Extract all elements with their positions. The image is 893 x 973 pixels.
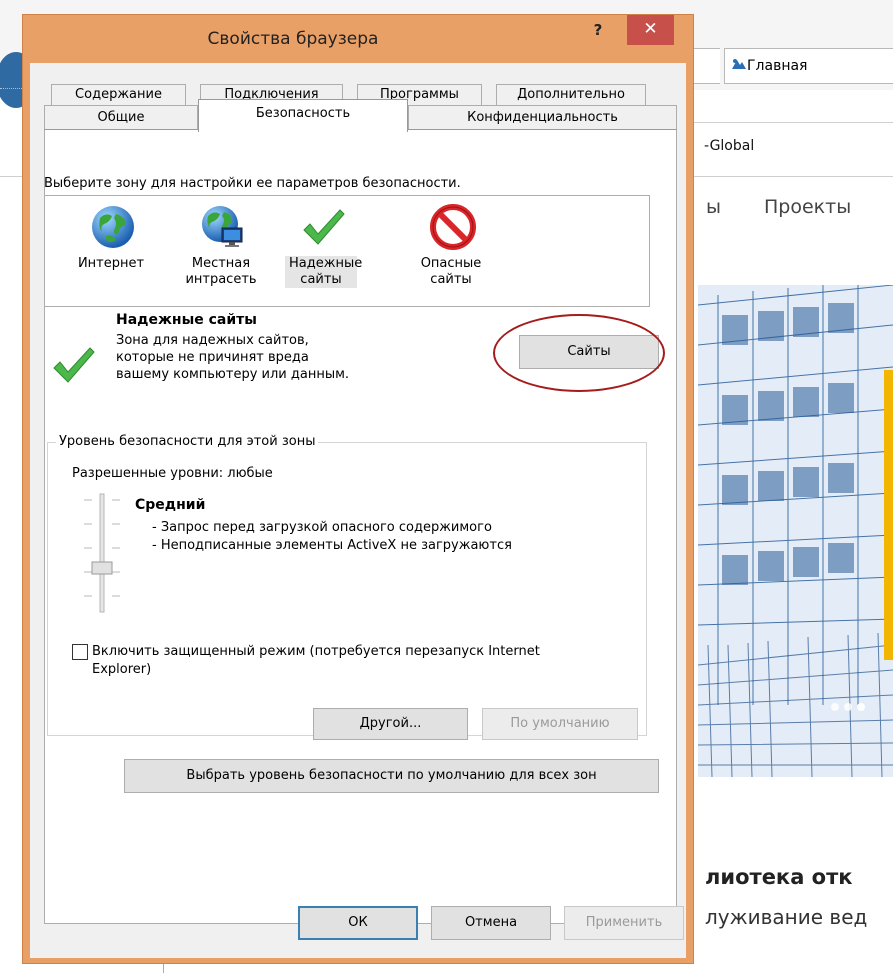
tab-advanced[interactable]: Дополнительно — [496, 84, 646, 105]
level-name: Средний — [135, 497, 206, 513]
home-tab-label: Главная — [747, 58, 808, 74]
home-tab[interactable]: Главная — [724, 48, 893, 84]
zone-restricted-sites[interactable]: Опасные сайты — [403, 196, 499, 306]
zone-caption: Выберите зону для настройки ее параметро… — [44, 176, 461, 191]
level-description-line: - Неподписанные элементы ActiveX не загр… — [152, 538, 512, 553]
globe-icon — [92, 206, 134, 248]
default-level-button[interactable]: По умолчанию — [482, 708, 638, 740]
tab-content[interactable]: Содержание — [51, 84, 186, 105]
site-menu-item-partial[interactable]: ы — [706, 196, 721, 218]
green-check-icon — [303, 209, 345, 245]
trusted-sites-check-icon — [53, 347, 95, 383]
tab-privacy[interactable]: Конфиденциальность — [408, 105, 677, 129]
security-level-group — [47, 442, 647, 736]
reset-all-zones-button[interactable]: Выбрать уровень безопасности по умолчани… — [124, 759, 659, 793]
home-tab-icon — [732, 59, 746, 69]
tab-label: Содержание — [75, 87, 162, 102]
zone-label: Местная интрасеть — [185, 256, 257, 287]
custom-level-button[interactable]: Другой... — [313, 708, 468, 740]
favorites-item[interactable]: -Global — [704, 138, 754, 154]
zone-trusted-sites[interactable]: Надежные сайты — [273, 196, 369, 306]
selected-zone-name: Надежные сайты — [116, 312, 257, 328]
ok-button[interactable]: ОК — [298, 906, 418, 940]
cancel-button[interactable]: Отмена — [431, 906, 551, 940]
tab-label: Общие — [97, 110, 145, 125]
toolbar-separator — [690, 122, 893, 123]
security-level-slider[interactable] — [64, 490, 124, 615]
yellow-accent-panel — [884, 370, 893, 660]
zone-list: Интернет Местная интрасеть Надежные сайт… — [44, 195, 650, 307]
dialog-title: Свойства браузера — [207, 29, 379, 49]
zone-label: Надежные сайты — [285, 256, 362, 288]
tab-general[interactable]: Общие — [44, 105, 198, 129]
address-bar[interactable] — [690, 48, 720, 84]
page-heading-partial: лиотека отк — [705, 865, 853, 889]
close-icon: ✕ — [643, 19, 658, 39]
zone-label: Интернет — [77, 256, 145, 271]
tab-label: Безопасность — [255, 106, 351, 121]
selected-zone-description: Зона для надежных сайтов, которые не при… — [116, 333, 350, 382]
close-button[interactable]: ✕ — [627, 15, 674, 45]
page-subtext-partial: луживание вед — [705, 905, 868, 929]
tab-label: Дополнительно — [517, 87, 625, 102]
restricted-icon — [430, 204, 476, 250]
apply-button[interactable]: Применить — [564, 906, 684, 940]
dialog-titlebar[interactable]: Свойства браузера ? ✕ — [23, 15, 693, 63]
protected-mode-checkbox[interactable] — [72, 644, 88, 660]
allowed-levels-text: Разрешенные уровни: любые — [72, 466, 273, 481]
level-description-line: - Запрос перед загрузкой опасного содерж… — [152, 520, 492, 535]
protected-mode-label[interactable]: Включить защищенный режим (потребуется п… — [92, 643, 592, 679]
zone-label: Опасные сайты — [420, 256, 482, 287]
tab-security[interactable]: Безопасность — [198, 99, 408, 132]
slider-thumb — [91, 561, 113, 575]
carousel-dots[interactable] — [830, 702, 866, 712]
security-level-legend: Уровень безопасности для этой зоны — [56, 434, 319, 449]
highlight-oval — [493, 314, 665, 392]
site-menu-item-projects[interactable]: Проекты — [764, 196, 851, 218]
zone-intranet[interactable]: Местная интрасеть — [173, 196, 269, 306]
zone-internet[interactable]: Интернет — [63, 196, 159, 306]
intranet-globe-icon — [202, 206, 243, 247]
tab-label: Конфиденциальность — [467, 110, 618, 125]
help-button[interactable]: ? — [586, 21, 610, 41]
